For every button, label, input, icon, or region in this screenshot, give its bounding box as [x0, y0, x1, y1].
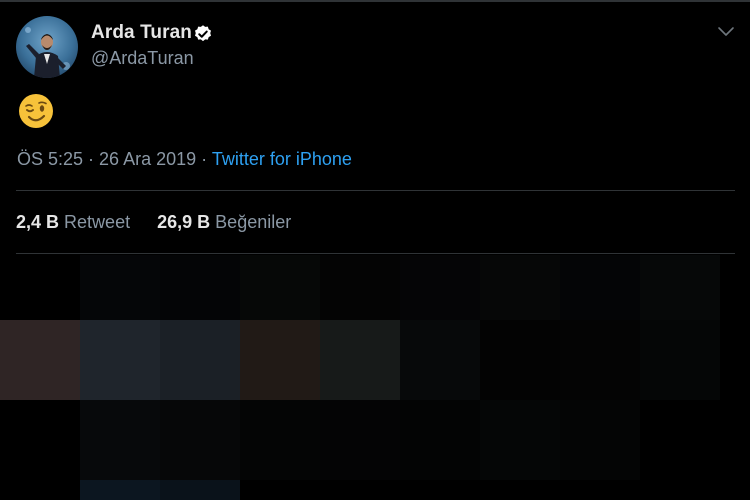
- winking-face-icon: [19, 94, 53, 128]
- engagement-stats: 2,4 B Retweet 26,9 B Beğeniler: [16, 212, 291, 233]
- tweet-source-link[interactable]: Twitter for iPhone: [212, 149, 352, 169]
- meta-separator: ·: [196, 149, 212, 169]
- top-divider: [0, 0, 750, 2]
- retweet-count: 2,4 B: [16, 212, 60, 232]
- verified-badge-icon: [195, 25, 211, 42]
- divider: [16, 253, 735, 254]
- tweet-metadata: ÖS 5:25 · 26 Ara 2019 · Twitter for iPho…: [17, 149, 352, 170]
- retweet-label: Retweet: [64, 212, 131, 232]
- pixelated-region: [0, 255, 750, 500]
- retweet-stat[interactable]: 2,4 B Retweet: [16, 212, 130, 233]
- avatar[interactable]: [16, 16, 78, 78]
- tweet-time[interactable]: ÖS 5:25: [17, 149, 83, 169]
- tweet-date[interactable]: 26 Ara 2019: [99, 149, 196, 169]
- meta-separator: ·: [83, 149, 100, 169]
- divider: [16, 190, 735, 191]
- author-handle[interactable]: @ArdaTuran: [91, 48, 194, 69]
- like-stat[interactable]: 26,9 B Beğeniler: [157, 212, 291, 233]
- like-label: Beğeniler: [215, 212, 292, 232]
- author-name[interactable]: Arda Turan: [91, 22, 192, 44]
- like-count: 26,9 B: [157, 212, 211, 232]
- chevron-down-icon[interactable]: [716, 24, 736, 38]
